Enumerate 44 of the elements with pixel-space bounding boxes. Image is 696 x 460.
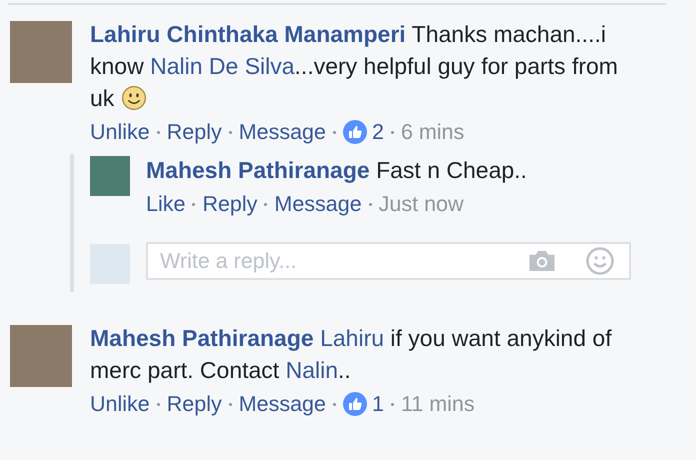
avatar-image bbox=[90, 244, 130, 284]
comment-text: Mahesh Pathiranage Fast n Cheap.. bbox=[146, 156, 528, 185]
mention-link[interactable]: Lahiru bbox=[320, 325, 384, 351]
avatar-photo bbox=[10, 325, 72, 387]
timestamp: 6 mins bbox=[400, 119, 464, 146]
separator-dot bbox=[156, 402, 160, 406]
timestamp: Just now bbox=[378, 191, 464, 218]
separator-dot bbox=[332, 402, 336, 406]
action-link[interactable]: Message bbox=[238, 386, 326, 422]
action-link[interactable]: Reply bbox=[166, 114, 222, 150]
separator-dot bbox=[390, 130, 394, 134]
separator-dot bbox=[156, 130, 160, 134]
separator-dot bbox=[192, 202, 196, 206]
author-link[interactable]: Mahesh Pathiranage bbox=[90, 325, 314, 351]
mention-link[interactable]: Nalin De Silva bbox=[150, 53, 295, 79]
separator-dot bbox=[368, 202, 372, 206]
mention-link[interactable]: Nalin bbox=[286, 357, 338, 383]
reply-field[interactable]: Write a reply... bbox=[146, 242, 631, 280]
author-link[interactable]: Mahesh Pathiranage bbox=[146, 157, 370, 183]
comment-text: Mahesh Pathiranage Lahiru if you want anykind of merc part. Contact Nalin.. bbox=[90, 324, 613, 385]
thumbs-up-icon bbox=[342, 392, 367, 416]
action-link[interactable]: Unlike bbox=[90, 114, 150, 150]
avatar-photo bbox=[90, 156, 130, 196]
action-link[interactable]: Like bbox=[146, 186, 186, 222]
action-link[interactable]: Reply bbox=[202, 186, 258, 222]
separator-dot bbox=[228, 130, 232, 134]
separator-dot bbox=[264, 202, 268, 206]
avatar-photo bbox=[10, 21, 72, 83]
action-link[interactable]: Message bbox=[238, 114, 326, 150]
action-link[interactable]: Message bbox=[274, 186, 362, 222]
like-count[interactable]: 2 bbox=[372, 114, 384, 150]
smiley-icon bbox=[120, 85, 147, 111]
separator-dot bbox=[390, 402, 394, 406]
action-link[interactable]: Reply bbox=[166, 386, 222, 422]
like-count[interactable]: 1 bbox=[372, 386, 384, 422]
comment-text: Lahiru Chinthaka Manamperi Thanks machan....i know Nalin De Silva...very helpful guy for parts from uk bbox=[90, 20, 619, 113]
author-link[interactable]: Lahiru Chinthaka Manamperi bbox=[90, 21, 406, 47]
thumbs-up-icon bbox=[342, 120, 367, 144]
separator-dot bbox=[332, 130, 336, 134]
separator-dot bbox=[228, 402, 232, 406]
timestamp: 11 mins bbox=[400, 391, 475, 418]
smiley-icon bbox=[585, 246, 615, 276]
reply-input[interactable]: Write a reply... bbox=[160, 248, 499, 274]
action-link[interactable]: Unlike bbox=[90, 386, 150, 422]
